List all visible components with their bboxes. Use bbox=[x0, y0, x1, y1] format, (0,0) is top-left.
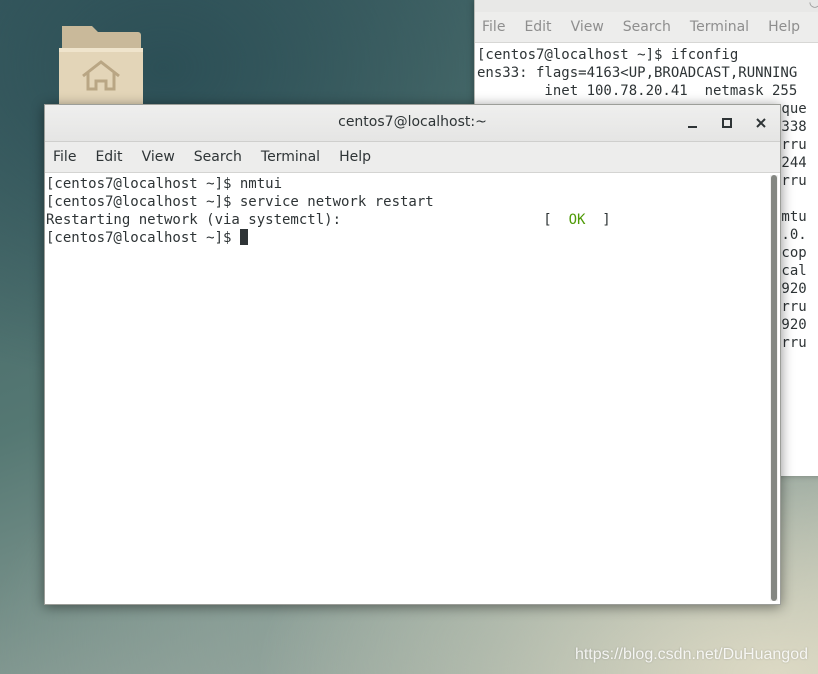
titlebar[interactable]: centos7@localhost:~ bbox=[45, 105, 780, 142]
prompt: [centos7@localhost ~]$ bbox=[46, 230, 240, 246]
window-title: centos7@localhost:~ bbox=[338, 114, 487, 130]
background-titlebar: ◡ bbox=[475, 0, 818, 12]
maximize-icon bbox=[722, 118, 732, 128]
bg-menu-terminal[interactable]: Terminal bbox=[690, 19, 749, 35]
terminal-line: Restarting network (via systemctl): [ OK… bbox=[46, 211, 766, 229]
bg-menu-help[interactable]: Help bbox=[768, 19, 800, 35]
bg-menu-search[interactable]: Search bbox=[623, 19, 671, 35]
watermark: https://blog.csdn.net/DuHuangod bbox=[574, 646, 808, 663]
bg-line: inet 100.78.20.41 netmask 255 bbox=[477, 83, 798, 99]
status-bracket: ] bbox=[585, 212, 611, 228]
minimize-button[interactable] bbox=[683, 113, 703, 133]
menu-edit[interactable]: Edit bbox=[95, 149, 122, 165]
menu-terminal[interactable]: Terminal bbox=[261, 149, 320, 165]
terminal-output[interactable]: [centos7@localhost ~]$ nmtui [centos7@loc… bbox=[46, 175, 766, 603]
menu-view[interactable]: View bbox=[142, 149, 175, 165]
background-menubar: File Edit View Search Terminal Help bbox=[475, 12, 818, 43]
bg-menu-file[interactable]: File bbox=[482, 19, 505, 35]
close-icon[interactable]: ◡ bbox=[809, 0, 818, 10]
scrollbar-thumb[interactable] bbox=[771, 175, 777, 601]
bg-menu-edit[interactable]: Edit bbox=[524, 19, 551, 35]
close-button[interactable] bbox=[751, 113, 771, 133]
minimize-icon bbox=[688, 126, 697, 128]
terminal-body[interactable]: [centos7@localhost ~]$ nmtui [centos7@loc… bbox=[45, 173, 780, 603]
ok-status: OK bbox=[568, 212, 586, 228]
restart-message: Restarting network (via systemctl): [ bbox=[46, 212, 569, 228]
terminal-line: [centos7@localhost ~]$ nmtui bbox=[46, 176, 283, 192]
background-terminal-output[interactable]: [centos7@localhost ~]$ ifconfig ens33: fl… bbox=[475, 43, 818, 351]
bg-line: ens33: flags=4163<UP,BROADCAST,RUNNING bbox=[477, 65, 798, 81]
home-folder-icon[interactable] bbox=[58, 24, 144, 104]
scrollbar[interactable] bbox=[770, 175, 778, 601]
menu-help[interactable]: Help bbox=[339, 149, 371, 165]
close-icon bbox=[756, 118, 766, 128]
terminal-window[interactable]: centos7@localhost:~ File Edit View Searc… bbox=[44, 104, 781, 605]
terminal-line[interactable]: [centos7@localhost ~]$ bbox=[46, 229, 766, 247]
terminal-line: [centos7@localhost ~]$ service network r… bbox=[46, 194, 434, 210]
bg-line: [centos7@localhost ~]$ ifconfig bbox=[477, 47, 739, 63]
text-cursor bbox=[239, 229, 248, 245]
menu-file[interactable]: File bbox=[53, 149, 76, 165]
bg-menu-view[interactable]: View bbox=[571, 19, 604, 35]
maximize-button[interactable] bbox=[717, 113, 737, 133]
menubar: File Edit View Search Terminal Help bbox=[45, 142, 780, 173]
menu-search[interactable]: Search bbox=[194, 149, 242, 165]
